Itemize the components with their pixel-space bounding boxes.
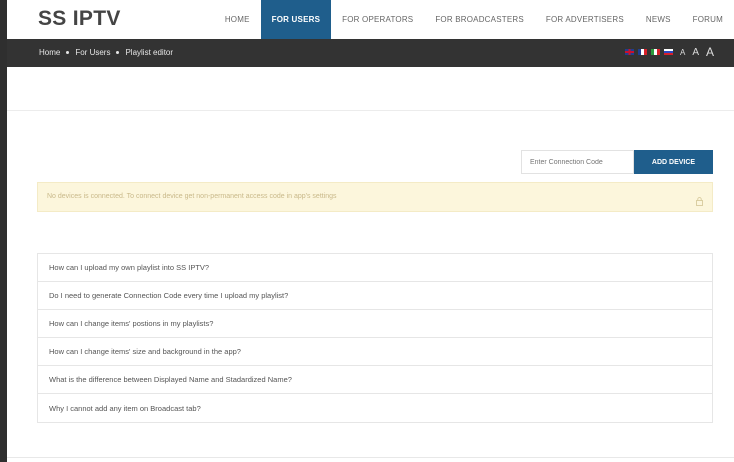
add-device-button[interactable]: ADD DEVICE — [634, 150, 713, 174]
nav-item-forum[interactable]: FORUM — [682, 0, 734, 39]
lock-icon — [696, 197, 703, 206]
language-and-size-controls: A A A — [624, 45, 714, 59]
nav-item-for-broadcasters[interactable]: FOR BROADCASTERS — [424, 0, 535, 39]
faq-list: How can I upload my own playlist into SS… — [37, 253, 713, 423]
breadcrumb-separator — [116, 51, 120, 54]
breadcrumb: Home For Users Playlist editor — [39, 48, 173, 57]
ru-flag-icon[interactable] — [663, 49, 673, 55]
faq-item[interactable]: What is the difference between Displayed… — [38, 366, 712, 394]
breadcrumb-for-users[interactable]: For Users — [75, 48, 110, 57]
breadcrumb-bar: Home For Users Playlist editor A A A — [7, 39, 734, 67]
nav-item-home[interactable]: HOME — [214, 0, 261, 39]
nav-item-for-users[interactable]: FOR USERS — [260, 0, 332, 39]
nav-item-for-operators[interactable]: FOR OPERATORS — [331, 0, 424, 39]
breadcrumb-separator — [66, 51, 70, 54]
no-devices-notice: No devices is connected. To connect devi… — [37, 182, 713, 212]
breadcrumb-current: Playlist editor — [125, 48, 174, 57]
faq-item[interactable]: Do I need to generate Connection Code ev… — [38, 282, 712, 310]
uk-flag-icon[interactable] — [624, 49, 634, 55]
connection-code-input[interactable] — [521, 150, 634, 174]
main-nav: HOME FOR USERS FOR OPERATORS FOR BROADCA… — [214, 0, 734, 39]
faq-item[interactable]: How can I upload my own playlist into SS… — [38, 254, 712, 282]
faq-item[interactable]: How can I change items' size and backgro… — [38, 338, 712, 366]
notice-text: No devices is connected. To connect devi… — [47, 193, 337, 200]
faq-item[interactable]: How can I change items' postions in my p… — [38, 310, 712, 338]
page: SS IPTV HOME FOR USERS FOR OPERATORS FOR… — [7, 0, 734, 462]
fr-flag-icon[interactable] — [637, 49, 647, 55]
breadcrumb-home[interactable]: Home — [39, 48, 60, 57]
faq-item[interactable]: Why I cannot add any item on Broadcast t… — [38, 394, 712, 422]
nav-item-news[interactable]: NEWS — [635, 0, 682, 39]
nav-item-for-advertisers[interactable]: FOR ADVERTISERS — [535, 0, 635, 39]
it-flag-icon[interactable] — [650, 49, 660, 55]
font-size-medium[interactable]: A — [692, 47, 699, 58]
site-header: SS IPTV HOME FOR USERS FOR OPERATORS FOR… — [7, 0, 734, 39]
font-size-small[interactable]: A — [680, 48, 685, 57]
font-size-large[interactable]: A — [706, 45, 714, 59]
content-strip — [7, 67, 734, 111]
site-logo[interactable]: SS IPTV — [38, 7, 121, 31]
left-edge-border — [0, 0, 7, 462]
footer-divider — [7, 457, 734, 458]
